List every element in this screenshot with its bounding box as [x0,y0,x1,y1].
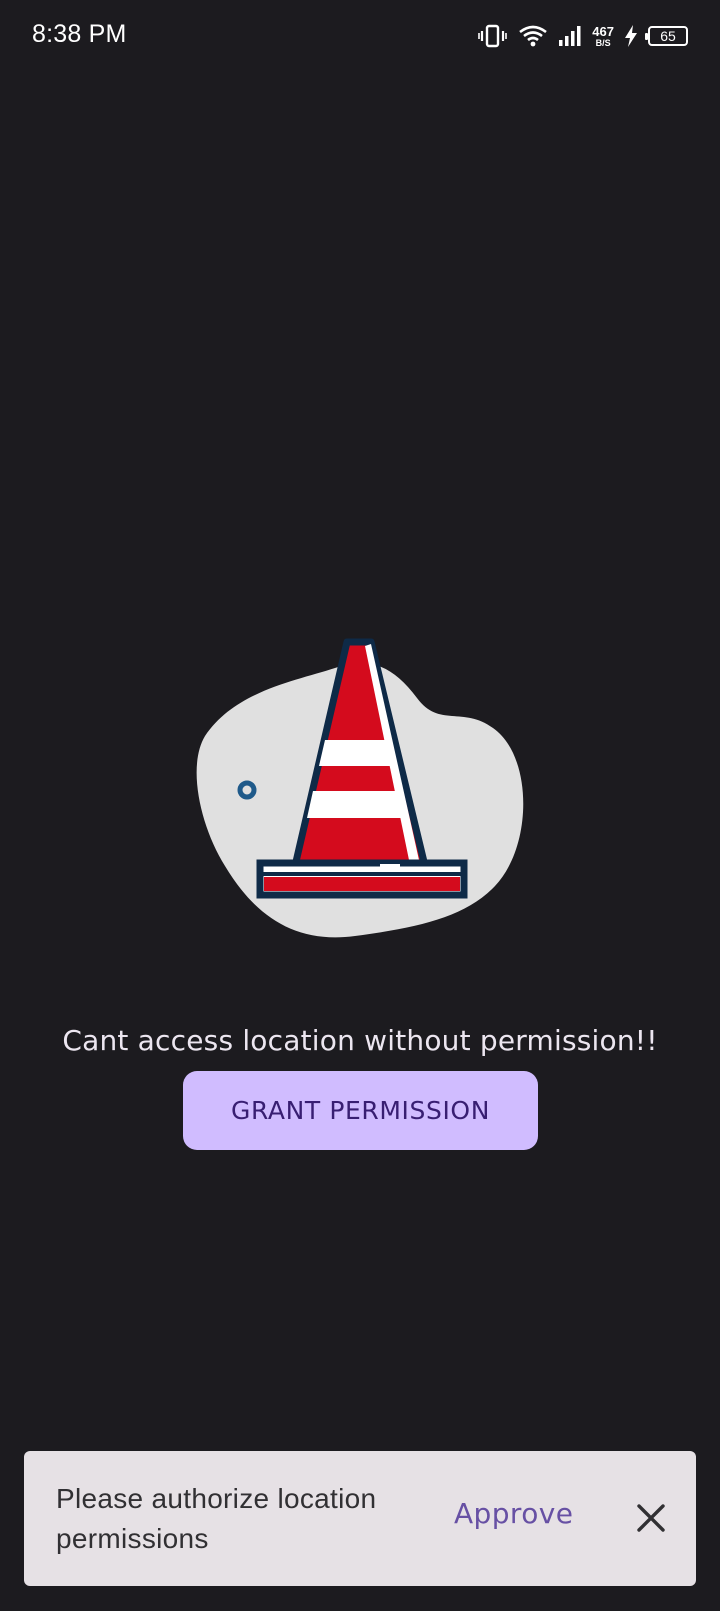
net-speed-value: 467 [592,23,614,39]
cone-stripe-2 [307,791,409,818]
status-icons: 467 B/S 65 [478,20,688,52]
traffic-cone-icon [196,638,524,938]
grant-permission-button[interactable]: GRANT PERMISSION [183,1071,538,1150]
approve-button[interactable]: Approve [454,1497,573,1530]
charging-icon [624,24,638,48]
permission-message: Cant access location without permission!… [62,1024,658,1057]
traffic-cone-illustration [195,636,535,948]
close-icon[interactable] [630,1497,672,1539]
status-bar: 8:38 PM 467 B/S 65 [0,0,720,72]
battery-icon: 65 [645,26,688,46]
status-time: 8:38 PM [32,20,127,48]
battery-level: 65 [660,28,676,44]
net-speed: 467 B/S [592,25,614,48]
cone-stripe-1 [319,740,391,766]
net-speed-unit: B/S [595,37,611,48]
snackbar: Please authorize location permissions Ap… [24,1451,696,1586]
snackbar-message: Please authorize location permissions [56,1483,377,1554]
wifi-icon [518,24,548,48]
vibrate-icon [478,24,508,48]
cellular-signal-icon [558,24,582,48]
